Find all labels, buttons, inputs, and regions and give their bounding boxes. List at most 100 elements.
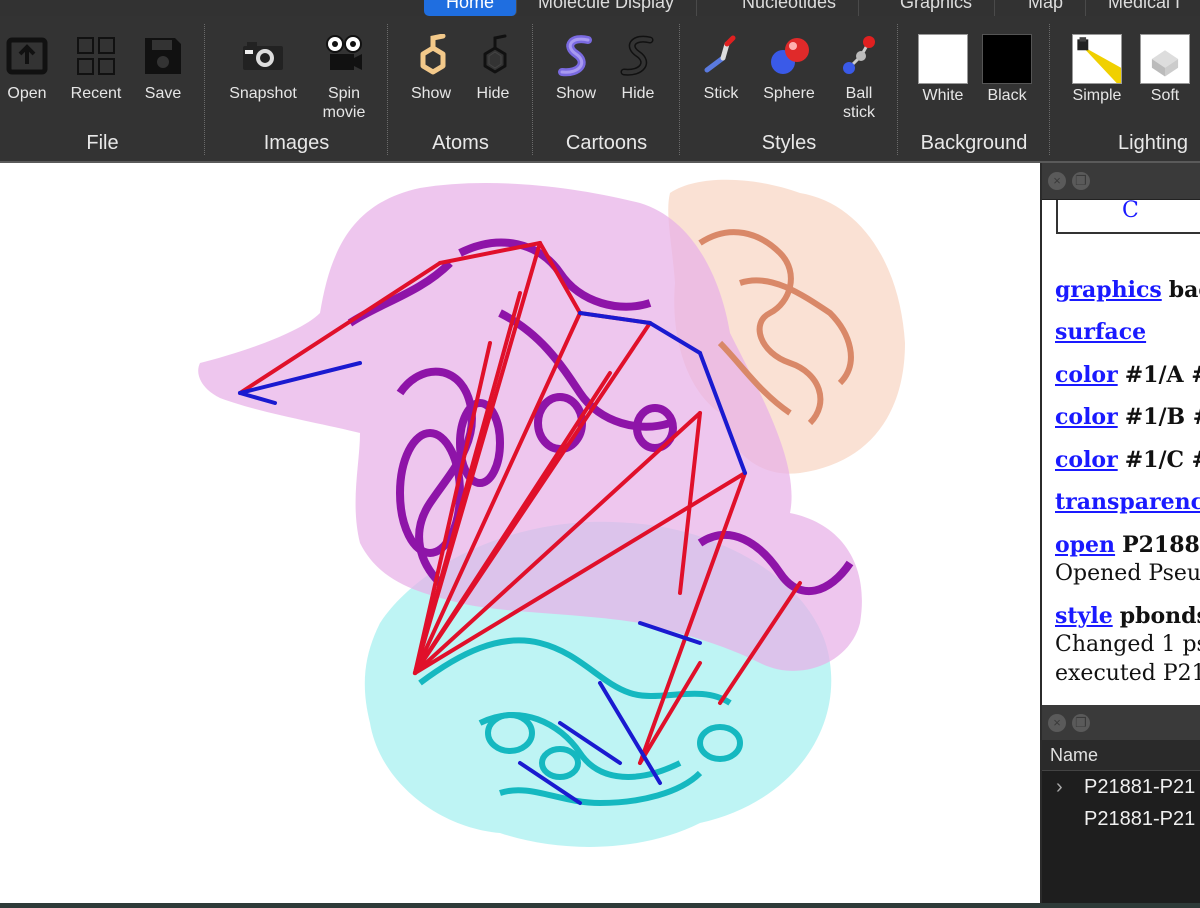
log-table-cell: C (1056, 200, 1200, 234)
color-cmd-link[interactable]: color (1055, 362, 1118, 388)
black-background-button[interactable]: Black (974, 34, 1040, 105)
model-row[interactable]: P21881-P21 (1042, 804, 1200, 834)
log-style-output-2: executed P218 (1055, 661, 1200, 686)
style-cmd-link[interactable]: style (1055, 603, 1113, 629)
save-label: Save (144, 85, 182, 102)
cartoons-group: Show Hide Cartoons (533, 16, 680, 161)
cartoons-hide-button[interactable]: Hide (605, 34, 671, 103)
log-line-args: bac (1168, 277, 1200, 303)
molecular-structure-render (198, 179, 905, 847)
spin-movie-button[interactable]: Spin movie (311, 34, 377, 122)
surface-cmd-link[interactable]: surface (1055, 319, 1146, 345)
transparency-cmd-link[interactable]: transparency (1055, 489, 1200, 515)
open-button[interactable]: Open (0, 34, 60, 103)
close-icon[interactable]: × (1048, 172, 1066, 190)
log-table-link[interactable]: C (1122, 200, 1139, 223)
snapshot-button[interactable]: Snapshot (225, 34, 301, 103)
simple-lighting-button[interactable]: Simple (1064, 34, 1130, 105)
background-group: White Black Background (898, 16, 1050, 161)
spin-label: Spin (327, 85, 361, 102)
cartoons-group-label: Cartoons (565, 132, 648, 154)
atoms-show-button[interactable]: Show (398, 34, 464, 103)
stick-label: Stick (703, 85, 739, 102)
ribbon-toolbar: Open Recent Save File Snapshot Spin movi… (0, 16, 1200, 163)
atoms-show-icon (420, 34, 446, 75)
snapshot-label: Snapshot (229, 85, 297, 102)
save-button[interactable]: Save (130, 34, 196, 103)
tab-home[interactable]: Home (424, 0, 518, 16)
images-group-label: Images (263, 132, 330, 154)
soft-label: Soft (1150, 87, 1180, 104)
log-line-surface: surface (1042, 319, 1200, 346)
log-line-style: style pbonds (1042, 603, 1200, 630)
black-label: Black (987, 87, 1027, 104)
recent-button[interactable]: Recent (63, 34, 129, 103)
open-cmd-link[interactable]: open (1055, 532, 1115, 558)
save-icon (145, 38, 181, 74)
camera-icon (243, 42, 283, 70)
open-icon (6, 37, 48, 75)
log-line-args: pbonds (1119, 603, 1200, 629)
tab-molecule-display[interactable]: Molecule Display (516, 0, 698, 16)
models-column-name[interactable]: Name (1042, 740, 1200, 771)
molecule-3d-viewer[interactable] (0, 163, 1040, 903)
models-panel-titlebar: × ❐ (1042, 705, 1200, 742)
styles-group-label: Styles (761, 132, 817, 154)
stick-icon (704, 35, 736, 73)
ribbon-tab-strip: Home Molecule Display Nucleotides Graphi… (0, 0, 1200, 16)
soft-lighting-icon (1140, 34, 1190, 84)
soft-lighting-button[interactable]: Soft (1132, 34, 1198, 105)
tab-map[interactable]: Map (1006, 0, 1087, 16)
atoms-hide-label: Hide (476, 85, 510, 102)
cartoons-show-label: Show (555, 85, 597, 102)
atoms-hide-icon (483, 34, 507, 74)
log-line-open: open P21881- (1042, 532, 1200, 559)
color-cmd-link[interactable]: color (1055, 404, 1118, 430)
graphics-cmd-link[interactable]: graphics (1055, 277, 1162, 303)
atoms-show-label: Show (410, 85, 452, 102)
close-icon[interactable]: × (1048, 714, 1066, 732)
undock-icon[interactable]: ❐ (1072, 714, 1090, 732)
log-line-graphics: graphics bac (1042, 277, 1200, 304)
log-line-color-b: color #1/B #0 (1042, 404, 1200, 431)
tab-nucleotides[interactable]: Nucleotides (720, 0, 860, 16)
tab-graphics[interactable]: Graphics (878, 0, 996, 16)
model-name: P21881-P21 (1084, 776, 1196, 798)
white-background-button[interactable]: White (910, 34, 976, 105)
tab-medical[interactable]: Medical I (1086, 0, 1200, 16)
log-panel-titlebar: × ❐ (1042, 163, 1200, 200)
recent-label: Recent (70, 85, 122, 102)
log-panel: C graphics bac surface color #1/A #9 col… (1042, 200, 1200, 705)
chevron-right-icon[interactable]: › (1056, 772, 1063, 802)
log-line-args: #1/C #E (1124, 447, 1200, 473)
undock-icon[interactable]: ❐ (1072, 172, 1090, 190)
log-style-output-1: Changed 1 pse (1055, 632, 1200, 657)
cartoons-hide-label: Hide (621, 85, 655, 102)
sphere-label: Sphere (763, 85, 815, 102)
sphere-button[interactable]: Sphere (756, 34, 822, 103)
white-swatch-icon (918, 34, 968, 84)
white-label: White (922, 87, 964, 104)
atoms-hide-button[interactable]: Hide (460, 34, 526, 103)
stick-button[interactable]: Stick (688, 34, 754, 103)
ball-label: Ball (845, 85, 873, 102)
model-row[interactable]: › P21881-P21 (1042, 772, 1200, 802)
black-swatch-icon (982, 34, 1032, 84)
status-bar (0, 903, 1200, 908)
log-line-color-c: color #1/C #E (1042, 447, 1200, 474)
stick-line2-label: stick (843, 104, 875, 121)
open-label: Open (7, 85, 47, 102)
cartoons-show-icon (558, 35, 592, 77)
cartoons-show-button[interactable]: Show (543, 34, 609, 103)
recent-grid-icon (77, 37, 115, 75)
log-line-transparency: transparency (1042, 489, 1200, 516)
color-cmd-link[interactable]: color (1055, 447, 1118, 473)
atoms-group: Show Hide Atoms (388, 16, 533, 161)
ball-stick-button[interactable]: Ball stick (826, 34, 892, 122)
log-line-args: #1/B #0 (1124, 404, 1200, 430)
images-group: Snapshot Spin movie Images (205, 16, 388, 161)
movie-label: movie (322, 104, 366, 121)
log-line-color-a: color #1/A #9 (1042, 362, 1200, 389)
styles-group: Stick Sphere Ball stick Styles (680, 16, 898, 161)
log-open-output: Opened Pseud (1055, 561, 1200, 586)
